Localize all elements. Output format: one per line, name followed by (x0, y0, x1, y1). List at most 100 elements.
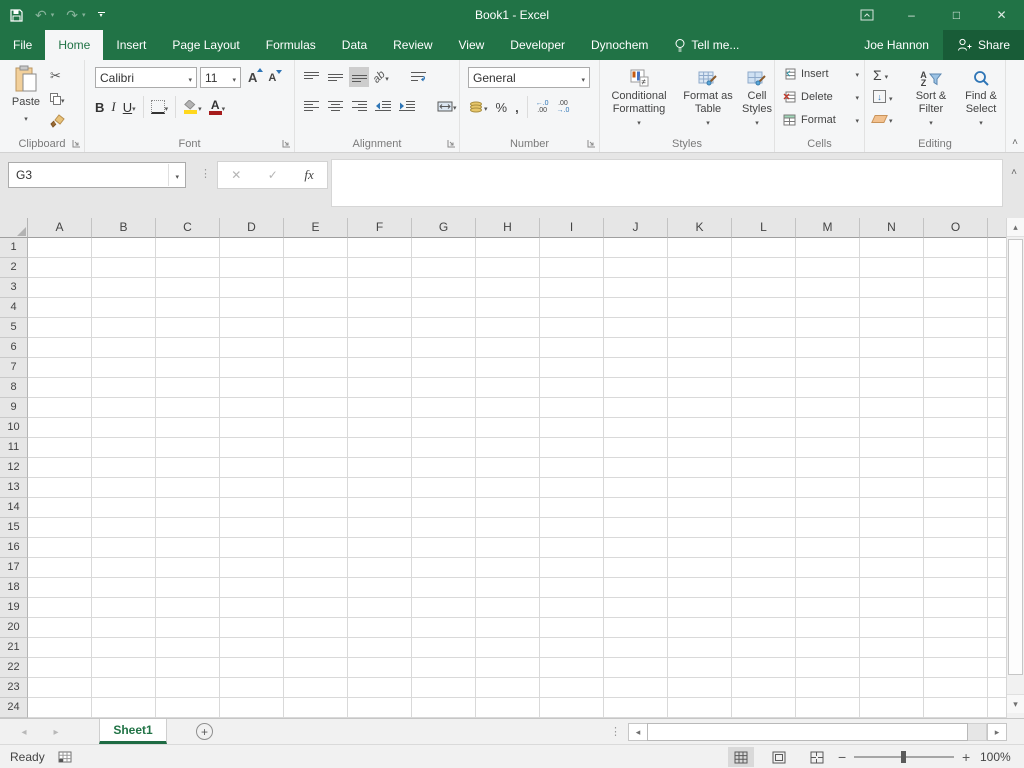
cell-G17[interactable] (412, 558, 476, 578)
page-break-preview-button[interactable] (804, 747, 830, 767)
cell-M2[interactable] (796, 258, 860, 278)
cell-J23[interactable] (604, 678, 668, 698)
row-header-22[interactable]: 22 (0, 658, 28, 678)
cell-L8[interactable] (732, 378, 796, 398)
cell-C4[interactable] (156, 298, 220, 318)
cell-B24[interactable] (92, 698, 156, 718)
cell-C3[interactable] (156, 278, 220, 298)
cell-O19[interactable] (924, 598, 988, 618)
increase-indent-button[interactable] (397, 96, 417, 116)
row-header-23[interactable]: 23 (0, 678, 28, 698)
cell-K15[interactable] (668, 518, 732, 538)
cell-A12[interactable] (28, 458, 92, 478)
cell-M4[interactable] (796, 298, 860, 318)
font-color-dropdown-icon[interactable] (222, 98, 226, 116)
increase-decimal-button[interactable]: ←.0.00 (536, 100, 549, 114)
cell-partial-20[interactable] (988, 618, 1006, 638)
cell-F4[interactable] (348, 298, 412, 318)
cell-M3[interactable] (796, 278, 860, 298)
scroll-down-icon[interactable]: ▾ (1007, 694, 1024, 713)
accounting-format-button[interactable] (468, 98, 488, 116)
normal-view-button[interactable] (728, 747, 754, 767)
cell-M16[interactable] (796, 538, 860, 558)
cell-partial-10[interactable] (988, 418, 1006, 438)
cell-E16[interactable] (284, 538, 348, 558)
cell-A21[interactable] (28, 638, 92, 658)
cell-N11[interactable] (860, 438, 924, 458)
tab-review[interactable]: Review (380, 30, 445, 60)
row-header-3[interactable]: 3 (0, 278, 28, 298)
cell-B23[interactable] (92, 678, 156, 698)
cell-K19[interactable] (668, 598, 732, 618)
tab-file[interactable]: File (0, 30, 45, 60)
cell-I17[interactable] (540, 558, 604, 578)
cell-D16[interactable] (220, 538, 284, 558)
cell-J10[interactable] (604, 418, 668, 438)
cell-N6[interactable] (860, 338, 924, 358)
decrease-decimal-button[interactable]: .00→.0 (557, 100, 570, 114)
cell-F10[interactable] (348, 418, 412, 438)
cell-O2[interactable] (924, 258, 988, 278)
cell-O7[interactable] (924, 358, 988, 378)
cell-B8[interactable] (92, 378, 156, 398)
font-dialog-launcher-icon[interactable] (282, 139, 291, 148)
cell-C21[interactable] (156, 638, 220, 658)
cell-D3[interactable] (220, 278, 284, 298)
ribbon-display-options-icon[interactable] (844, 0, 889, 30)
format-dropdown-icon[interactable] (855, 114, 859, 126)
row-header-10[interactable]: 10 (0, 418, 28, 438)
tab-home[interactable]: Home (45, 30, 103, 60)
cell-B16[interactable] (92, 538, 156, 558)
cell-M1[interactable] (796, 238, 860, 258)
cell-D4[interactable] (220, 298, 284, 318)
cell-I21[interactable] (540, 638, 604, 658)
column-header-I[interactable]: I (540, 218, 604, 238)
cell-L6[interactable] (732, 338, 796, 358)
customize-qat-icon[interactable]: ▾ (98, 12, 105, 18)
cell-J8[interactable] (604, 378, 668, 398)
cell-L18[interactable] (732, 578, 796, 598)
cell-I18[interactable] (540, 578, 604, 598)
cell-M14[interactable] (796, 498, 860, 518)
comma-style-button[interactable]: , (515, 100, 519, 115)
cell-D24[interactable] (220, 698, 284, 718)
undo-dropdown-icon[interactable]: ▾ (51, 11, 55, 19)
cell-B6[interactable] (92, 338, 156, 358)
fill-color-button[interactable] (183, 98, 202, 116)
cell-B11[interactable] (92, 438, 156, 458)
row-header-18[interactable]: 18 (0, 578, 28, 598)
cell-O21[interactable] (924, 638, 988, 658)
cell-B18[interactable] (92, 578, 156, 598)
font-size-select[interactable]: 11 (200, 67, 241, 88)
cell-D22[interactable] (220, 658, 284, 678)
column-header-O[interactable]: O (924, 218, 988, 238)
cell-O17[interactable] (924, 558, 988, 578)
find-select-button[interactable]: Find & Select (959, 65, 1003, 130)
row-header-20[interactable]: 20 (0, 618, 28, 638)
cell-H24[interactable] (476, 698, 540, 718)
paste-dropdown-icon[interactable] (24, 108, 28, 126)
cell-C5[interactable] (156, 318, 220, 338)
cell-B12[interactable] (92, 458, 156, 478)
cell-A22[interactable] (28, 658, 92, 678)
cell-M24[interactable] (796, 698, 860, 718)
cell-C13[interactable] (156, 478, 220, 498)
sheet-nav-next-icon[interactable]: ▸ (46, 719, 66, 745)
cell-H2[interactable] (476, 258, 540, 278)
cell-partial-5[interactable] (988, 318, 1006, 338)
row-header-11[interactable]: 11 (0, 438, 28, 458)
zoom-slider-thumb[interactable] (901, 751, 906, 763)
cell-M13[interactable] (796, 478, 860, 498)
cell-J14[interactable] (604, 498, 668, 518)
cell-O13[interactable] (924, 478, 988, 498)
bold-button[interactable]: B (95, 100, 104, 115)
cell-B17[interactable] (92, 558, 156, 578)
cell-D12[interactable] (220, 458, 284, 478)
cell-N16[interactable] (860, 538, 924, 558)
cell-B3[interactable] (92, 278, 156, 298)
cell-K7[interactable] (668, 358, 732, 378)
cell-F15[interactable] (348, 518, 412, 538)
cell-J15[interactable] (604, 518, 668, 538)
cell-I6[interactable] (540, 338, 604, 358)
cell-K3[interactable] (668, 278, 732, 298)
